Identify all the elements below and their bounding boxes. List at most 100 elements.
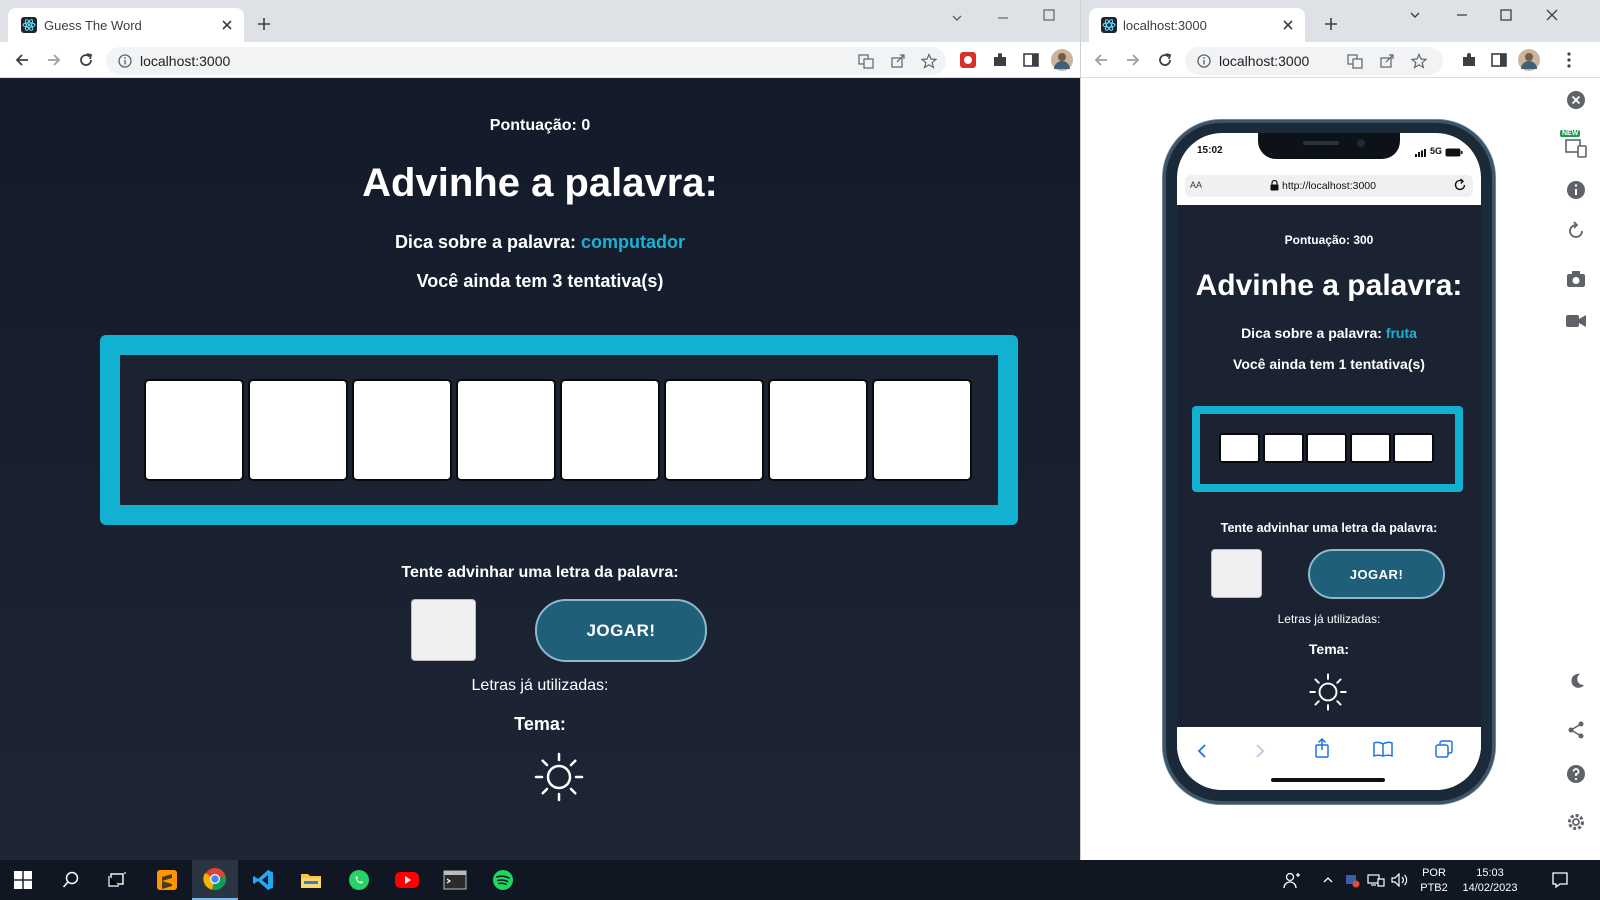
reload-icon[interactable] <box>74 48 98 72</box>
new-tab-icon[interactable] <box>256 16 272 32</box>
safari-bottom-bar <box>1177 727 1481 790</box>
help-icon[interactable] <box>1566 764 1586 784</box>
show-hidden-icons-chevron-icon[interactable] <box>1316 860 1340 900</box>
extensions-puzzle-icon[interactable] <box>1457 48 1481 72</box>
profile-avatar[interactable] <box>1050 48 1074 72</box>
whatsapp-icon[interactable] <box>336 860 382 900</box>
safari-back-icon[interactable] <box>1195 743 1209 759</box>
sublime-text-icon[interactable] <box>144 860 190 900</box>
more-menu-icon[interactable] <box>1557 48 1581 72</box>
network-icon[interactable] <box>1364 860 1388 900</box>
word-board-inner <box>1200 414 1455 484</box>
back-icon[interactable] <box>1089 48 1113 72</box>
close-tab-icon[interactable] <box>220 18 234 32</box>
safari-reload-icon[interactable] <box>1453 178 1467 192</box>
chrome-icon[interactable] <box>192 860 238 900</box>
letter-cell <box>872 379 972 481</box>
tab-search-chevron-icon[interactable] <box>1408 8 1422 22</box>
site-info-icon[interactable] <box>1197 54 1211 68</box>
tab-strip: Guess The Word <box>0 0 1080 42</box>
close-emulator-icon[interactable] <box>1566 90 1586 110</box>
safari-address-bar[interactable]: AA http://localhost:3000 <box>1185 175 1473 197</box>
battery-icon <box>1445 148 1463 157</box>
react-favicon-icon <box>21 17 37 33</box>
page-title: Advinhe a palavra: <box>362 161 718 205</box>
people-icon[interactable] <box>1272 860 1312 900</box>
letter-input[interactable] <box>1211 549 1262 598</box>
letter-cell <box>664 379 764 481</box>
play-button[interactable]: JOGAR! <box>1308 549 1445 599</box>
devices-icon[interactable] <box>1564 138 1588 158</box>
share-icon[interactable] <box>1379 53 1395 69</box>
close-window-icon[interactable] <box>1545 8 1559 22</box>
extensions-puzzle-icon[interactable] <box>988 48 1012 72</box>
rotate-icon[interactable] <box>1566 221 1586 241</box>
vscode-icon[interactable] <box>240 860 286 900</box>
task-view-icon[interactable] <box>94 860 140 900</box>
tab-strip-right: localhost:3000 <box>1081 0 1600 42</box>
safari-bookmarks-icon[interactable] <box>1373 741 1393 757</box>
safari-share-icon[interactable] <box>1313 738 1331 758</box>
safari-aa-button[interactable]: AA <box>1190 180 1202 190</box>
new-badge: NEW <box>1560 130 1581 137</box>
reload-icon[interactable] <box>1153 48 1177 72</box>
youtube-icon[interactable] <box>384 860 430 900</box>
spotify-icon[interactable] <box>480 860 526 900</box>
clock[interactable]: 15:03 14/02/2023 <box>1454 866 1526 896</box>
back-icon[interactable] <box>10 48 34 72</box>
dark-mode-moon-icon[interactable] <box>1568 672 1586 690</box>
guess-prompt: Tente advinhar uma letra da palavra: <box>1220 521 1438 535</box>
side-panel-icon[interactable] <box>1487 48 1511 72</box>
maximize-icon[interactable] <box>1499 8 1513 22</box>
letter-input[interactable] <box>411 599 476 661</box>
letter-cell <box>248 379 348 481</box>
notifications-icon[interactable] <box>1540 860 1580 900</box>
safari-tabs-icon[interactable] <box>1435 740 1453 758</box>
profile-avatar[interactable] <box>1517 48 1541 72</box>
translate-icon[interactable] <box>858 53 874 69</box>
close-tab-icon[interactable] <box>1281 18 1295 32</box>
side-panel-icon[interactable] <box>1019 48 1043 72</box>
attempts-text: Você ainda tem 1 tentativa(s) <box>1233 356 1425 372</box>
maximize-icon[interactable] <box>1042 8 1056 22</box>
tab-title: Guess The Word <box>44 18 142 33</box>
play-button[interactable]: JOGAR! <box>535 599 707 662</box>
tray-app-icon[interactable] <box>1340 860 1364 900</box>
safari-forward-icon[interactable] <box>1253 743 1267 759</box>
tab-localhost[interactable]: localhost:3000 <box>1089 8 1305 42</box>
address-bar[interactable]: localhost:3000 <box>1185 47 1443 75</box>
record-video-icon[interactable] <box>1566 314 1586 328</box>
sun-icon[interactable] <box>1308 672 1348 712</box>
forward-icon[interactable] <box>1121 48 1145 72</box>
bookmark-star-icon[interactable] <box>1411 53 1427 69</box>
new-tab-icon[interactable] <box>1323 16 1339 32</box>
language-bottom: PTB2 <box>1420 882 1448 894</box>
address-bar[interactable]: localhost:3000 <box>106 47 946 75</box>
windows-start-icon[interactable] <box>0 860 46 900</box>
search-icon[interactable] <box>48 860 94 900</box>
minimize-icon[interactable] <box>1455 8 1469 22</box>
bookmark-star-icon[interactable] <box>921 53 937 69</box>
lock-icon <box>1270 180 1279 191</box>
page-title: Advinhe a palavra: <box>1195 269 1463 302</box>
file-explorer-icon[interactable] <box>288 860 334 900</box>
tab-guess-the-word[interactable]: Guess The Word <box>8 8 244 42</box>
site-info-icon[interactable] <box>118 54 132 68</box>
minimize-icon[interactable] <box>996 11 1010 25</box>
tab-search-chevron-icon[interactable] <box>950 11 964 25</box>
device-toolbar-rail: NEW <box>1552 78 1600 860</box>
share-rail-icon[interactable] <box>1566 720 1586 740</box>
settings-gear-icon[interactable] <box>1566 812 1586 832</box>
screenshot-camera-icon[interactable] <box>1566 270 1586 288</box>
word-board <box>1192 406 1463 492</box>
info-icon[interactable] <box>1566 180 1586 200</box>
forward-icon[interactable] <box>42 48 66 72</box>
score-label: Pontuação: 0 <box>489 117 591 134</box>
sun-icon[interactable] <box>533 751 585 803</box>
terminal-icon[interactable] <box>432 860 478 900</box>
extension-red-icon[interactable] <box>956 48 980 72</box>
volume-icon[interactable] <box>1388 860 1412 900</box>
translate-icon[interactable] <box>1347 53 1363 69</box>
share-icon[interactable] <box>890 53 906 69</box>
input-language[interactable]: POR PTB2 <box>1414 866 1454 896</box>
